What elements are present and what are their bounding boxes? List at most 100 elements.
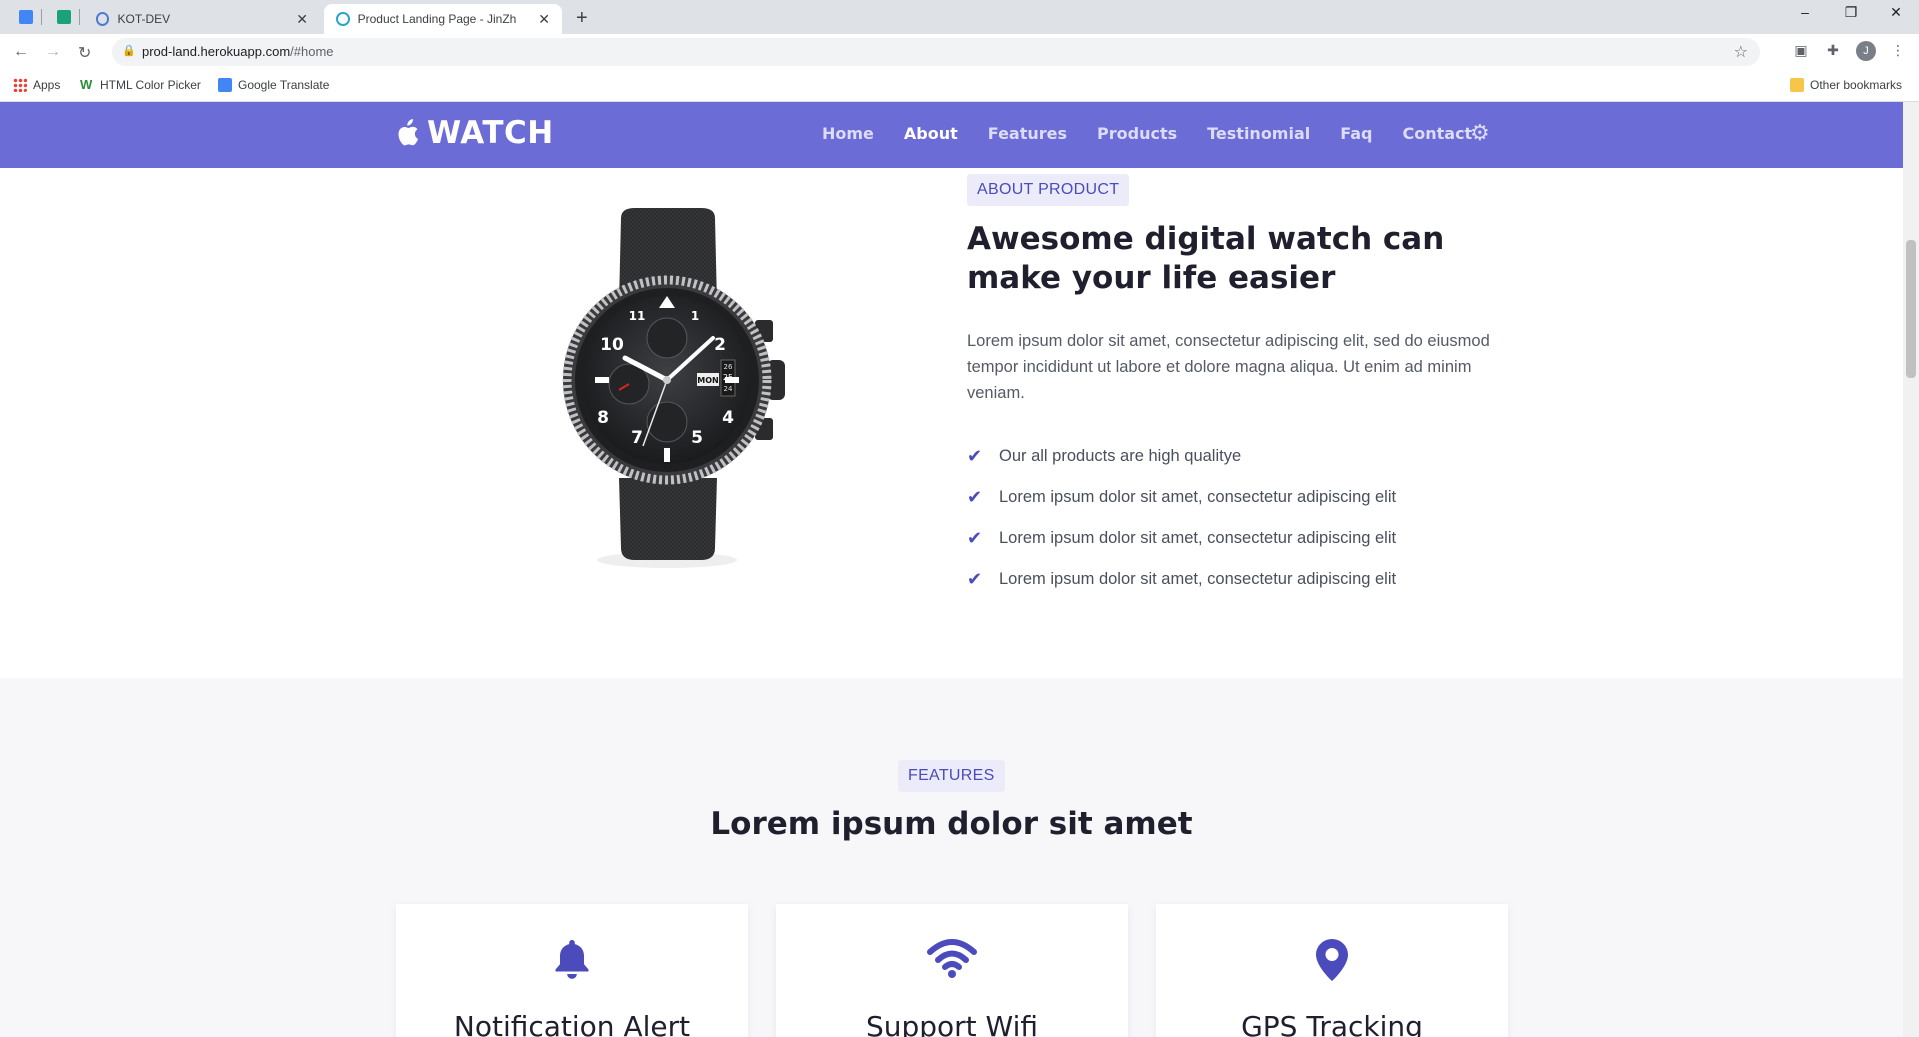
bookmark-label: Google Translate: [238, 78, 330, 92]
url-text: prod-land.herokuapp.com/#home: [142, 44, 334, 59]
svg-text:11: 11: [629, 309, 646, 323]
minimize-button[interactable]: –: [1790, 4, 1820, 20]
about-section: MON 26 25 24 10 2 8 4 7 5 1 11: [0, 168, 1903, 678]
features-section: FEATURES Lorem ipsum dolor sit amet Noti…: [0, 678, 1903, 1037]
menu-kebab-icon[interactable]: ⋮: [1889, 42, 1907, 60]
feature-title: GPS Tracking: [1241, 1010, 1423, 1037]
bookmark-apps[interactable]: Apps: [13, 78, 60, 92]
pinned-tab-app[interactable]: [50, 6, 80, 28]
list-item: ✔ Our all products are high qualitye: [967, 436, 1396, 477]
restore-button[interactable]: ❐: [1836, 4, 1866, 21]
nav-products[interactable]: Products: [1097, 124, 1177, 143]
svg-text:26: 26: [724, 363, 733, 371]
w-logo-icon: W: [80, 77, 93, 92]
main-nav: Home About Features Products Testinomial…: [822, 124, 1502, 143]
other-bookmarks[interactable]: Other bookmarks: [1790, 78, 1902, 92]
check-icon: ✔: [967, 528, 983, 548]
close-window-button[interactable]: ✕: [1881, 4, 1911, 21]
section-tag: ABOUT PRODUCT: [967, 174, 1130, 206]
list-item: ✔ Lorem ipsum dolor sit amet, consectetur…: [967, 518, 1396, 559]
svg-text:2: 2: [714, 335, 726, 355]
feature-card-notification: Notification Alert: [396, 904, 748, 1037]
bookmark-google-translate[interactable]: Google Translate: [218, 78, 329, 92]
feature-title: Notification Alert: [453, 1010, 691, 1037]
apps-grid-icon: [13, 78, 27, 92]
app-icon: [57, 10, 71, 24]
section-tag: FEATURES: [898, 760, 1005, 792]
brand-logo[interactable]: WATCH: [395, 115, 554, 151]
tab-separator: [41, 9, 42, 25]
svg-text:MON: MON: [697, 376, 718, 385]
reload-button[interactable]: ↻: [78, 43, 91, 63]
list-item-text: Lorem ipsum dolor sit amet, consectetur …: [999, 488, 1397, 506]
site-navbar: WATCH Home About Features Products Testi…: [0, 102, 1903, 168]
check-icon: ✔: [967, 487, 983, 507]
close-tab-icon[interactable]: ✕: [538, 11, 550, 28]
tab-separator: [79, 9, 80, 25]
bookmark-star-icon[interactable]: ☆: [1734, 42, 1748, 62]
list-item-text: Lorem ipsum dolor sit amet, consectetur …: [999, 529, 1397, 547]
page-viewport: WATCH Home About Features Products Testi…: [0, 102, 1903, 1037]
svg-text:4: 4: [722, 408, 734, 428]
extensions-puzzle-icon[interactable]: ✚: [1824, 42, 1842, 60]
lock-icon: 🔒: [122, 45, 136, 57]
tab-product-landing[interactable]: Product Landing Page - JinZh ✕: [324, 4, 562, 34]
pinned-tab-translate[interactable]: [12, 6, 42, 28]
address-bar-row: ← → ↻ 🔒 prod-land.herokuapp.com/#home ☆ …: [0, 34, 1919, 70]
svg-text:24: 24: [724, 385, 733, 393]
about-description: Lorem ipsum dolor sit amet, consectetur …: [967, 332, 1490, 402]
extension-b-icon[interactable]: ▣: [1792, 42, 1810, 60]
feature-card-wifi: Support Wifi: [776, 904, 1128, 1037]
profile-avatar[interactable]: J: [1856, 41, 1876, 61]
browser-tab-bar: KOT-DEV ✕ Product Landing Page - JinZh ✕…: [0, 0, 1919, 34]
folder-icon: [1790, 78, 1804, 92]
svg-text:8: 8: [597, 408, 609, 428]
nav-testimonial[interactable]: Testinomial: [1207, 124, 1310, 143]
bookmark-label: Apps: [33, 78, 61, 92]
close-tab-icon[interactable]: ✕: [296, 11, 308, 28]
bookmark-label: HTML Color Picker: [100, 78, 201, 92]
features-title: Lorem ipsum dolor sit amet: [710, 806, 1193, 842]
site-favicon-icon: [96, 12, 110, 26]
feature-checklist: ✔ Our all products are high qualitye ✔ Lor…: [967, 436, 1396, 600]
nav-contact[interactable]: Contact: [1403, 124, 1473, 143]
list-item: ✔ Lorem ipsum dolor sit amet, consectetur…: [967, 477, 1396, 518]
svg-text:7: 7: [631, 428, 643, 448]
bookmark-label: Other bookmarks: [1810, 78, 1903, 92]
check-icon: ✔: [967, 569, 983, 589]
feature-card-gps: GPS Tracking: [1156, 904, 1508, 1037]
scrollbar-thumb[interactable]: [1906, 240, 1916, 378]
nav-faq[interactable]: Faq: [1340, 124, 1372, 143]
bell-icon: [396, 938, 748, 980]
list-item-text: Lorem ipsum dolor sit amet, consectetur …: [999, 570, 1397, 588]
translate-icon: [218, 78, 232, 92]
list-item: ✔ Lorem ipsum dolor sit amet, consectetur…: [967, 559, 1396, 600]
bookmarks-bar: Apps W HTML Color Picker Google Translat…: [0, 70, 1919, 102]
bookmark-html-color-picker[interactable]: W HTML Color Picker: [80, 77, 201, 93]
list-item-text: Our all products are high qualitye: [999, 447, 1242, 465]
nav-about[interactable]: About: [904, 124, 958, 143]
wifi-icon: [776, 938, 1128, 978]
tab-title: Product Landing Page - JinZh: [357, 12, 517, 26]
feature-title: Support Wifi: [865, 1010, 1039, 1037]
nav-features[interactable]: Features: [988, 124, 1067, 143]
svg-text:1: 1: [691, 309, 699, 323]
check-icon: ✔: [967, 446, 983, 466]
forward-button[interactable]: →: [45, 43, 61, 61]
react-favicon-icon: [336, 12, 350, 26]
tab-kot-dev[interactable]: KOT-DEV ✕: [84, 4, 320, 34]
svg-text:10: 10: [600, 335, 624, 355]
new-tab-button[interactable]: +: [576, 7, 588, 30]
translate-icon: [19, 10, 33, 24]
apple-icon: [398, 119, 419, 146]
tab-title: KOT-DEV: [117, 12, 171, 26]
watch-image: MON 26 25 24 10 2 8 4 7 5 1 11: [562, 208, 785, 568]
about-title: Awesome digital watch can make your life…: [967, 221, 1445, 296]
nav-home[interactable]: Home: [822, 124, 874, 143]
gear-icon[interactable]: ⚙: [1470, 120, 1490, 146]
brand-name: WATCH: [427, 115, 554, 151]
back-button[interactable]: ←: [13, 43, 29, 61]
svg-text:5: 5: [691, 428, 703, 448]
url-field[interactable]: 🔒 prod-land.herokuapp.com/#home ☆: [112, 38, 1760, 66]
map-pin-icon: [1156, 938, 1508, 982]
